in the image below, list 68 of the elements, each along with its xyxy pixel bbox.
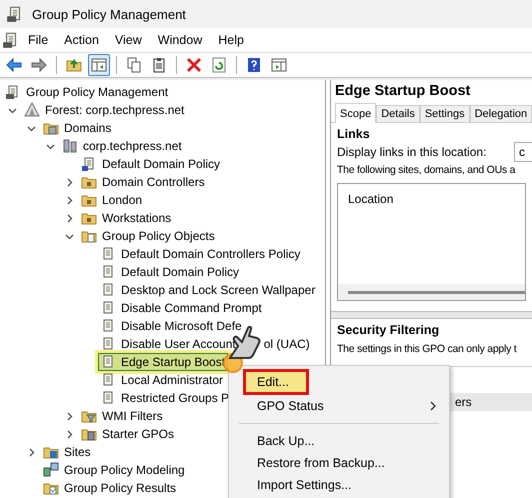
tree-item-text: ol (UAC) [264,337,310,351]
column-header: Location [347,191,394,208]
tree-item[interactable]: Domain Controllers [79,173,208,191]
menu-item[interactable]: Import Settings... [229,474,449,496]
chevron-right-icon[interactable] [65,196,74,204]
tab[interactable]: Details [376,105,420,122]
tree-item[interactable]: Group Policy Objects [79,227,218,245]
tree-item[interactable]: Domains [41,119,114,137]
section-heading: Security Filtering [337,323,440,337]
tree-item[interactable]: Disable Command Prompt [98,299,265,317]
menu-item[interactable]: Back Up... [229,430,449,452]
tree-item[interactable]: Disable User Account [98,335,239,353]
tree-item[interactable]: Group Policy Modeling [41,461,188,479]
location-dropdown[interactable]: c [514,142,532,162]
chevron-down-icon[interactable] [8,106,17,114]
chevron-right-icon[interactable] [65,412,74,420]
menu-item[interactable]: Action [56,33,107,47]
menu-item[interactable]: Edit... [243,369,309,395]
clipboard-icon [151,57,167,73]
delete-icon [186,57,202,73]
back-arrow-icon [6,57,22,73]
chevron-right-icon[interactable] [65,214,74,222]
details-title: Edge Startup Boost [334,82,472,101]
tab[interactable]: Scope [335,103,376,123]
tab[interactable]: Delegation [470,105,532,122]
tree-item[interactable]: Disable Microsoft Defe [98,317,245,335]
chevron-down-icon[interactable] [46,142,55,150]
tree-item[interactable]: Starter GPOs [79,425,178,443]
pane-icon [91,57,107,73]
copy-icon [126,57,142,73]
folder-up-icon [66,57,82,73]
window-title: Group Policy Management [32,6,186,22]
chevron-right-icon[interactable] [27,448,36,456]
refresh-icon [211,57,227,73]
tree-item[interactable]: Local Administrator [98,371,226,389]
triangle-icon [24,102,40,118]
menu-item[interactable]: Help [210,33,252,47]
menu-item[interactable]: File [20,33,56,47]
tree-item[interactable]: corp.techpress.net [60,137,185,155]
tree-item[interactable]: Default Domain Controllers Policy [98,245,304,263]
section-heading: Links [337,127,371,141]
description-text: The settings in this GPO can only apply t [337,342,518,356]
field-label: Display links in this location: [337,145,486,159]
tree-item[interactable]: Edge Startup Boost [98,353,228,371]
tree-item[interactable]: Group Policy Results [41,479,180,497]
chevron-right-icon[interactable] [65,430,74,438]
menu-item[interactable]: Window [150,33,210,47]
tree-item[interactable]: Workstations [79,209,174,227]
tree-item[interactable]: Default Domain Policy [79,155,224,173]
help-icon [246,57,262,73]
chevron-down-icon[interactable] [27,124,36,132]
description-text: The following sites, domains, and OUs a [337,163,516,177]
tree-item[interactable]: Group Policy Management [3,83,172,101]
tree-item[interactable]: Forest: corp.techpress.net [22,101,188,119]
tree-item[interactable]: WMI Filters [79,407,166,425]
chevron-down-icon[interactable] [65,232,74,240]
tree-item[interactable]: London [79,191,146,209]
menu-item[interactable]: View [106,33,150,47]
tree-item[interactable]: Desktop and Lock Screen Wallpaper [98,281,318,299]
tree-item[interactable]: Default Domain Policy [98,263,242,281]
menu-item[interactable]: Restore from Backup... [229,452,449,474]
tab[interactable]: Settings [420,105,470,122]
pane-icon [271,57,287,73]
scrollbar-thumb[interactable] [348,290,525,294]
chevron-right-icon[interactable] [65,178,74,186]
forward-arrow-icon [31,57,47,73]
tree-item[interactable]: Sites [41,443,94,461]
pane-button[interactable] [88,54,110,76]
